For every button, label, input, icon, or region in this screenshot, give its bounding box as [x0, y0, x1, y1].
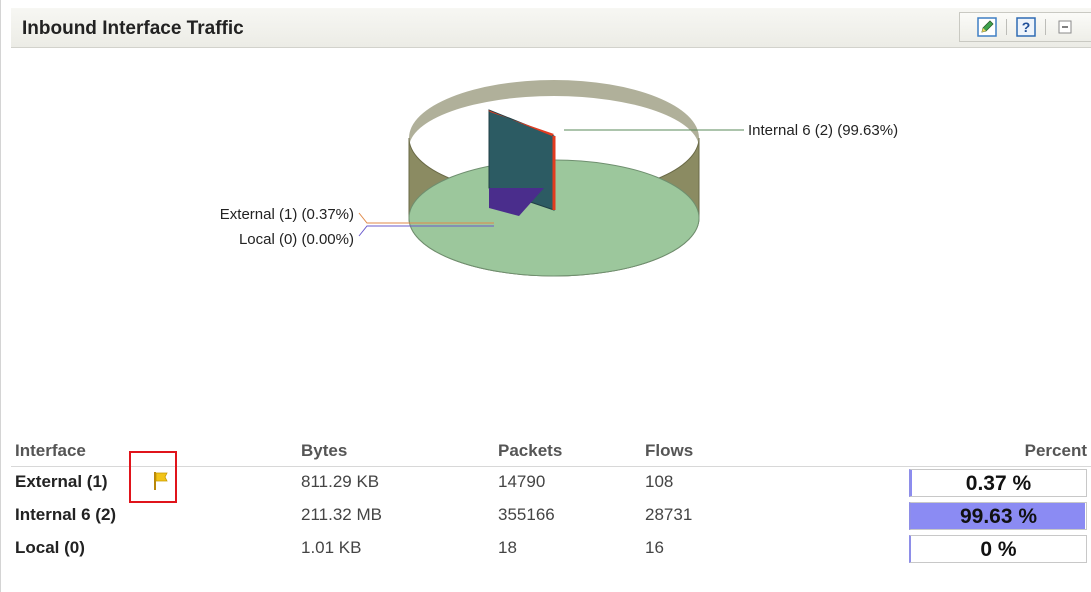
header-interface[interactable]: Interface: [15, 441, 86, 461]
panel-titlebar: Inbound Interface Traffic ?: [11, 8, 1091, 48]
header-percent[interactable]: Percent: [1025, 441, 1087, 461]
label-internal: Internal 6 (2) (99.63%): [748, 122, 898, 139]
row-interface-name[interactable]: Local (0): [15, 538, 85, 558]
toolbar-separator: [1005, 19, 1007, 35]
row-bytes: 211.32 MB: [301, 505, 382, 524]
table-row[interactable]: Internal 6 (2) 211.32 MB 355166 28731 99…: [11, 500, 1091, 533]
percent-label: 99.63 %: [959, 505, 1038, 528]
help-icon[interactable]: ?: [1015, 16, 1037, 38]
flag-highlight-box: [129, 451, 177, 503]
toolbar-separator: [1044, 19, 1046, 35]
header-packets[interactable]: Packets: [498, 441, 562, 461]
inbound-traffic-panel: Inbound Interface Traffic ? Internal 6 (…: [0, 0, 1091, 592]
percent-label: 0 %: [980, 538, 1017, 561]
panel-toolbar: ?: [959, 12, 1091, 42]
row-bytes: 1.01 KB: [301, 538, 362, 557]
row-interface-name[interactable]: Internal 6 (2): [15, 505, 116, 525]
edit-icon[interactable]: [976, 16, 998, 38]
header-flows[interactable]: Flows: [645, 441, 693, 461]
row-packets: 18: [498, 538, 517, 557]
svg-text:?: ?: [1021, 19, 1030, 35]
percent-label: 0.37 %: [965, 472, 1032, 495]
collapse-icon[interactable]: [1054, 16, 1076, 38]
percent-bar: 0.37 %: [909, 469, 1087, 497]
pie-chart: Internal 6 (2) (99.63%) External (1) (0.3…: [220, 80, 898, 277]
row-packets: 355166: [498, 505, 555, 524]
header-bytes[interactable]: Bytes: [301, 441, 347, 461]
row-bytes: 811.29 KB: [301, 472, 380, 491]
row-packets: 14790: [498, 472, 546, 491]
row-flows: 28731: [645, 505, 693, 524]
label-external: External (1) (0.37%): [220, 206, 354, 223]
table-row[interactable]: Local (0) 1.01 KB 18 16 0 %: [11, 533, 1091, 566]
row-interface-name[interactable]: External (1): [15, 472, 108, 492]
panel-title: Inbound Interface Traffic: [22, 18, 244, 39]
row-flows: 16: [645, 538, 664, 557]
percent-bar: 99.63 %: [909, 502, 1087, 530]
row-flows: 108: [645, 472, 674, 491]
percent-bar: 0 %: [909, 535, 1087, 563]
label-local: Local (0) (0.00%): [239, 231, 354, 248]
